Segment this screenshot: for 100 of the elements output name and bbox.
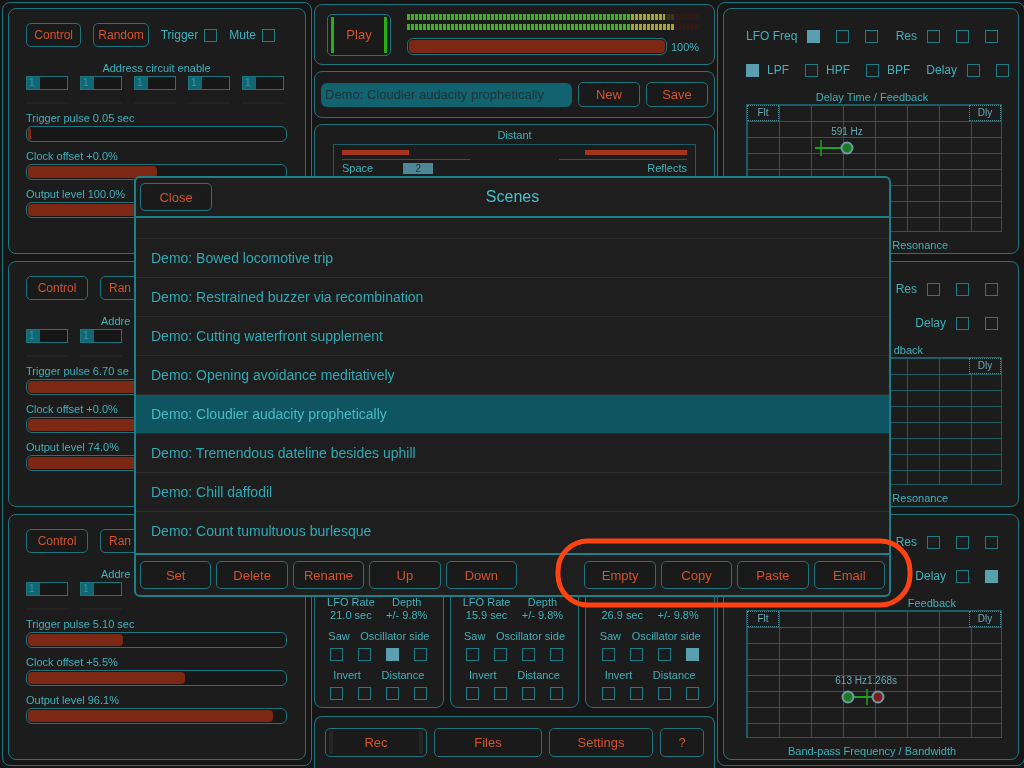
pad-tab[interactable]: Flt (747, 611, 779, 627)
scene-item[interactable]: Demo: Restrained buzzer via recombination (136, 277, 889, 316)
xy-pad[interactable]: Flt Dly 613 Hz1.268s (746, 610, 1002, 738)
scene-action-button[interactable]: Up (369, 561, 441, 589)
slider-track[interactable] (26, 708, 287, 724)
checkbox[interactable] (807, 29, 821, 43)
scene-item[interactable]: Demo: Cloudier audacity prophetically (136, 394, 889, 433)
checkbox[interactable] (985, 569, 998, 583)
play-button[interactable]: Play (327, 13, 391, 56)
checkbox[interactable] (414, 687, 428, 700)
checkbox[interactable] (956, 282, 969, 296)
panel-button[interactable]: Random (93, 23, 149, 47)
checkbox[interactable] (805, 63, 818, 77)
checkbox[interactable] (927, 282, 940, 296)
pad-tab[interactable]: Flt (747, 105, 779, 121)
address-label: Addre (101, 315, 131, 327)
clipboard-button[interactable]: Paste (737, 561, 809, 589)
scene-button[interactable]: New (578, 82, 640, 107)
dialog-title: Scenes (485, 188, 540, 206)
checkbox[interactable] (985, 535, 998, 549)
checkbox[interactable] (927, 29, 940, 43)
oscillator-side-label: Oscillator side (495, 630, 566, 642)
checkbox[interactable] (629, 648, 643, 661)
space-label: Space (342, 162, 374, 174)
scene-item[interactable]: Demo: Chill daffodil (136, 472, 889, 511)
checkbox[interactable] (358, 687, 372, 700)
close-button[interactable]: Close (140, 183, 212, 211)
checkbox[interactable] (466, 648, 480, 661)
checkbox[interactable] (330, 648, 344, 661)
checkbox[interactable] (601, 648, 615, 661)
checkbox[interactable] (386, 687, 400, 700)
delay-label: Delay (915, 316, 946, 330)
scene-action-button[interactable]: Rename (292, 561, 365, 589)
checkbox[interactable] (386, 648, 400, 661)
checkbox[interactable] (521, 687, 535, 700)
checkbox[interactable] (996, 63, 1010, 77)
checkbox[interactable] (549, 648, 563, 661)
checkbox[interactable] (521, 648, 535, 661)
lfo-rate-value: 26.9 sec (600, 609, 645, 622)
scene-item[interactable]: Demo: Tremendous dateline besides uphill (136, 433, 889, 472)
checkbox[interactable] (685, 687, 699, 700)
checkbox[interactable] (985, 316, 998, 330)
toolbar-button[interactable]: Settings (549, 728, 653, 757)
scene-item[interactable]: Demo: Cutting waterfront supplement (136, 316, 889, 355)
checkbox[interactable] (956, 535, 969, 549)
pad-tab[interactable]: Dly (969, 358, 1001, 374)
toolbar-button[interactable]: Files (434, 728, 542, 757)
value-field[interactable]: 2 (403, 162, 434, 174)
point-handle[interactable] (840, 141, 854, 155)
slider-track[interactable] (26, 126, 287, 142)
checkbox[interactable] (685, 648, 699, 661)
clipboard-button[interactable]: Empty (584, 561, 656, 589)
checkbox[interactable] (466, 687, 480, 700)
clipboard-button[interactable]: Copy (660, 561, 733, 589)
checkbox[interactable] (629, 687, 643, 700)
pad-tab[interactable]: Dly (969, 105, 1001, 121)
checkbox[interactable] (985, 282, 998, 296)
checkbox[interactable] (549, 687, 563, 700)
scene-item[interactable]: Demo: Count tumultuous burlesque (136, 511, 889, 550)
scene-item[interactable]: Demo: Bowed locomotive trip (136, 238, 889, 277)
checkbox[interactable] (956, 29, 969, 43)
checkbox[interactable] (746, 63, 759, 77)
res-label: Res (895, 535, 917, 549)
checkbox[interactable] (927, 535, 940, 549)
slider-track[interactable] (26, 632, 287, 648)
pad-tab[interactable]: Dly (969, 611, 1001, 627)
point-handle[interactable] (841, 690, 855, 704)
checkbox[interactable] (836, 29, 850, 43)
checkbox[interactable] (204, 28, 218, 42)
checkbox[interactable] (601, 687, 615, 700)
toolbar-button[interactable]: Rec (325, 728, 427, 757)
scene-action-button[interactable]: Delete (216, 561, 288, 589)
point-handle[interactable] (871, 690, 885, 704)
scene-button[interactable]: Save (646, 82, 708, 107)
checkbox[interactable] (262, 28, 275, 42)
toolbar-button[interactable]: ? (660, 728, 704, 757)
checkbox[interactable] (358, 648, 372, 661)
checkbox[interactable] (494, 687, 508, 700)
checkbox[interactable] (865, 29, 879, 43)
depth-value: +/- 9.8% (520, 609, 565, 622)
checkbox[interactable] (414, 648, 428, 661)
checkbox[interactable] (956, 316, 969, 330)
panel-button[interactable]: Control (26, 23, 82, 47)
scene-action-button[interactable]: Down (445, 561, 517, 589)
point-label: 591 Hz (831, 126, 863, 137)
checkbox[interactable] (985, 29, 998, 43)
checkbox[interactable] (657, 687, 671, 700)
panel-button[interactable]: Control (26, 529, 88, 553)
scene-action-button[interactable]: Set (140, 561, 212, 589)
saw-label: Saw (328, 630, 350, 642)
checkbox[interactable] (866, 63, 879, 77)
checkbox[interactable] (956, 569, 969, 583)
slider-track[interactable] (26, 670, 287, 686)
checkbox[interactable] (494, 648, 508, 661)
checkbox[interactable] (967, 63, 981, 77)
checkbox[interactable] (330, 687, 344, 700)
invert-label: Invert (469, 669, 497, 681)
checkbox[interactable] (657, 648, 671, 661)
clipboard-button[interactable]: Email (813, 561, 885, 589)
panel-button[interactable]: Control (26, 276, 88, 300)
